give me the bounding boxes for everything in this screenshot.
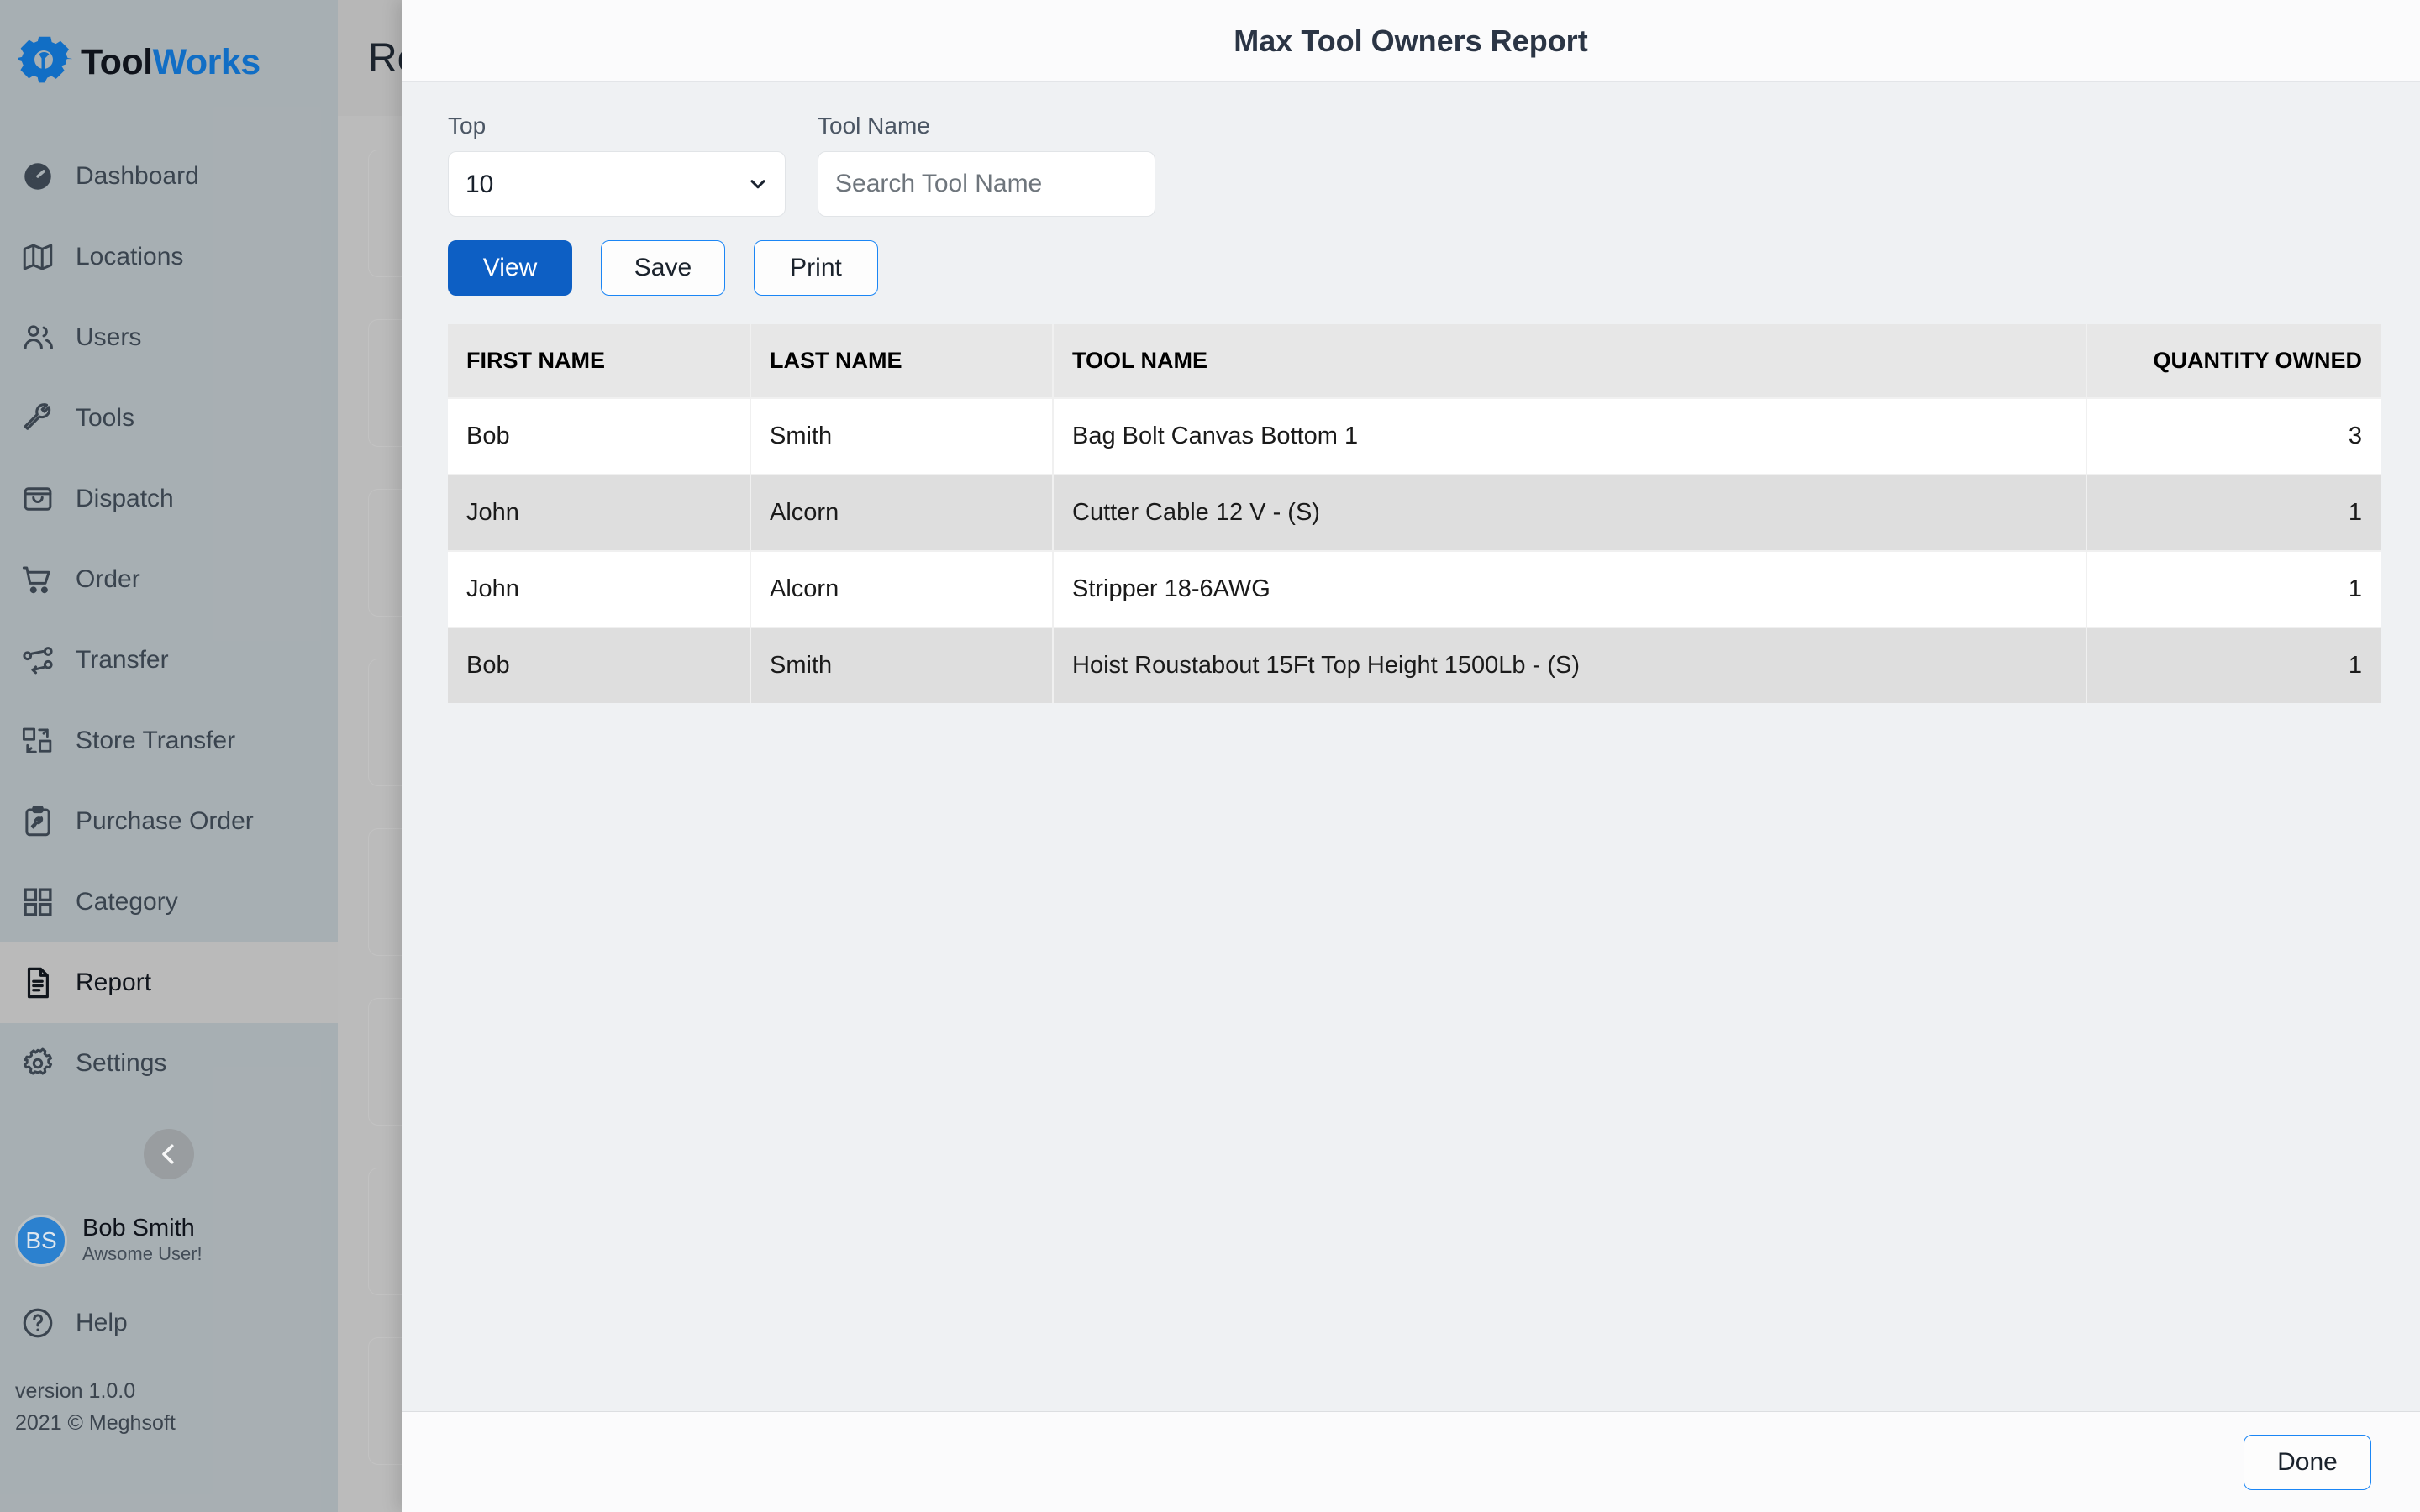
cell-tool-name: Hoist Roustabout 15Ft Top Height 1500Lb …: [1053, 627, 2086, 703]
done-button[interactable]: Done: [2244, 1435, 2371, 1490]
report-filters: Top 10 Tool Name: [448, 113, 2374, 217]
column-header-quantity-owned[interactable]: QUANTITY OWNED: [2086, 324, 2381, 398]
table-row[interactable]: Bob Smith Hoist Roustabout 15Ft Top Heig…: [448, 627, 2381, 703]
table-body: Bob Smith Bag Bolt Canvas Bottom 1 3 Joh…: [448, 398, 2381, 703]
column-header-tool-name[interactable]: TOOL NAME: [1053, 324, 2086, 398]
cell-first-name: John: [448, 551, 750, 627]
cell-tool-name: Bag Bolt Canvas Bottom 1: [1053, 398, 2086, 475]
tool-name-field: Tool Name: [818, 113, 1155, 217]
print-button[interactable]: Print: [754, 240, 878, 296]
cell-tool-name: Cutter Cable 12 V - (S): [1053, 475, 2086, 551]
top-field: Top 10: [448, 113, 786, 217]
view-button[interactable]: View: [448, 240, 572, 296]
cell-first-name: John: [448, 475, 750, 551]
cell-quantity-owned: 1: [2086, 475, 2381, 551]
modal-body: Top 10 Tool Name View: [402, 82, 2420, 1411]
cell-last-name: Smith: [750, 627, 1053, 703]
modal-header: Max Tool Owners Report: [402, 0, 2420, 82]
table-row[interactable]: Bob Smith Bag Bolt Canvas Bottom 1 3: [448, 398, 2381, 475]
report-table: FIRST NAME LAST NAME TOOL NAME QUANTITY …: [448, 324, 2381, 703]
report-action-buttons: View Save Print: [448, 240, 2374, 296]
top-select[interactable]: 10: [448, 151, 786, 217]
cell-last-name: Smith: [750, 398, 1053, 475]
cell-quantity-owned: 1: [2086, 551, 2381, 627]
modal-footer: Done: [402, 1411, 2420, 1512]
table-row[interactable]: John Alcorn Cutter Cable 12 V - (S) 1: [448, 475, 2381, 551]
cell-tool-name: Stripper 18-6AWG: [1053, 551, 2086, 627]
column-header-first-name[interactable]: FIRST NAME: [448, 324, 750, 398]
tool-name-label: Tool Name: [818, 113, 1155, 139]
cell-first-name: Bob: [448, 627, 750, 703]
tool-name-search-input[interactable]: [818, 151, 1155, 217]
column-header-last-name[interactable]: LAST NAME: [750, 324, 1053, 398]
cell-last-name: Alcorn: [750, 475, 1053, 551]
table-header-row: FIRST NAME LAST NAME TOOL NAME QUANTITY …: [448, 324, 2381, 398]
report-modal: Max Tool Owners Report Top 10: [402, 0, 2420, 1512]
save-button[interactable]: Save: [601, 240, 725, 296]
cell-first-name: Bob: [448, 398, 750, 475]
cell-last-name: Alcorn: [750, 551, 1053, 627]
table-row[interactable]: John Alcorn Stripper 18-6AWG 1: [448, 551, 2381, 627]
cell-quantity-owned: 3: [2086, 398, 2381, 475]
modal-title: Max Tool Owners Report: [1234, 24, 1587, 59]
cell-quantity-owned: 1: [2086, 627, 2381, 703]
app-root: ToolWorks Dashboard Locations: [0, 0, 2420, 1512]
top-select-wrap: 10: [448, 151, 786, 217]
top-label: Top: [448, 113, 786, 139]
table-head: FIRST NAME LAST NAME TOOL NAME QUANTITY …: [448, 324, 2381, 398]
